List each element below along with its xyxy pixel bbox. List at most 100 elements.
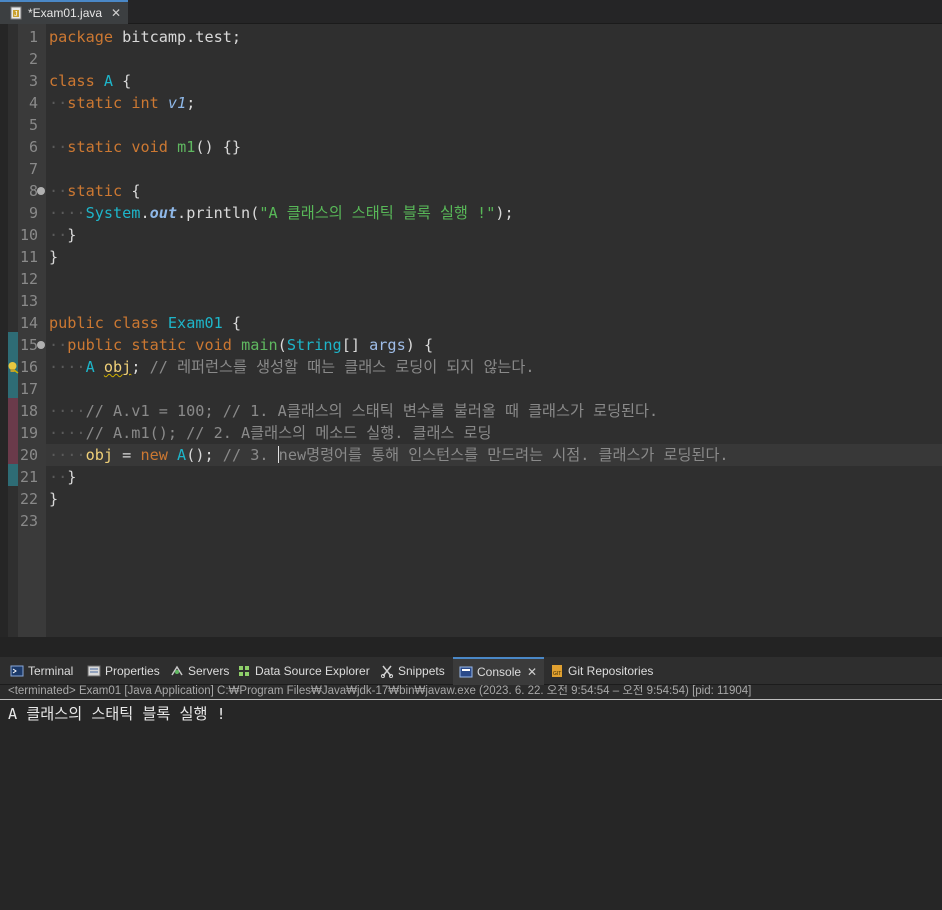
close-icon[interactable]: ✕ [527,665,537,679]
code-line-1: package bitcamp.test; [49,26,942,48]
code-text: [] [341,336,370,354]
tab-label: Data Source Explorer [255,664,370,678]
code-text: } [49,490,59,508]
line-number: 17 [19,380,38,398]
line-number: 22 [19,490,38,508]
data-source-icon [237,664,251,678]
code-text: ; [131,358,141,376]
properties-icon [87,664,101,678]
code-line-10: ··} [49,226,77,244]
code-line-9: ····System.out.println("A 클래스의 스태틱 블록 실행… [49,204,514,222]
code-line-20: ····obj = new A(); // 3. new명령어를 통해 인스턴스… [49,446,729,464]
method-name: main [241,336,278,354]
keyword: public [49,314,104,332]
line-number: 4 [28,94,38,112]
line-number: 6 [28,138,38,156]
keyword: package [49,28,114,46]
line-number: 12 [19,270,38,288]
comment: // 레퍼런스를 생성할 때는 클래스 로딩이 되지 않는다. [149,358,535,376]
code-text: () {} [195,138,242,156]
code-text: } [67,226,77,244]
code-line-22: } [49,488,942,510]
keyword: static [67,94,123,112]
code-text: { [122,182,141,200]
bottom-panel-tabs: Terminal Properties Servers Data Source … [0,657,942,685]
field-name: v1 [167,94,187,112]
line-number: 19 [19,424,38,442]
line-number: 23 [19,512,38,530]
keyword: class [113,314,159,332]
line-number: 11 [19,248,38,266]
keyword: public [67,336,123,354]
class-name: A [85,358,95,376]
editor-tab-bar: J *Exam01.java ✕ [0,0,942,24]
tab-label: Terminal [28,664,74,678]
line-number: 9 [28,204,38,222]
field-name: out [149,204,178,222]
line-number: 10 [19,226,38,244]
keyword: static [131,336,187,354]
line-number: 5 [28,116,38,134]
editor-tab-title: *Exam01.java [28,6,103,20]
code-line-16: ····A obj; // 레퍼런스를 생성할 때는 클래스 로딩이 되지 않는… [49,358,535,376]
snippets-icon [380,664,394,679]
tab-console[interactable]: Console ✕ [453,657,544,685]
code-text: ) { [405,336,434,354]
editor-left-strip [0,24,8,637]
line-number: 2 [28,50,38,68]
tab-snippets[interactable]: Snippets [380,657,445,685]
keyword: new [140,446,168,464]
java-file-icon: J [10,6,23,20]
code-editor[interactable]: 1 2 3 4 5 6 7 8 9 10 11 12 13 14 15 16 1… [0,24,942,649]
comment: // A.m1(); // 2. A클래스의 메소드 실행. 클래스 로딩 [85,424,492,442]
class-name: System [85,204,141,222]
code-text: .println( [177,204,260,222]
code-line-19: ····// A.m1(); // 2. A클래스의 메소드 실행. 클래스 로… [49,424,492,442]
keyword: static [67,182,123,200]
tab-data-source-explorer[interactable]: Data Source Explorer [237,657,370,685]
tab-git-repositories[interactable]: GIT Git Repositories [550,657,653,685]
parameter-name: args [369,336,406,354]
fold-toggle-icon[interactable] [37,341,45,349]
tab-label: Console [477,665,522,679]
code-line-18: ····// A.v1 = 100; // 1. A클래스의 스태틱 변수를 불… [49,402,659,420]
code-text: ); [495,204,514,222]
keyword: class [49,72,95,90]
tab-servers[interactable]: Servers [170,657,229,685]
code-text: { [113,72,132,90]
console-process-status: <terminated> Exam01 [Java Application] C… [0,685,942,698]
code-text: ; [186,94,196,112]
comment: // 3. [222,446,278,464]
variable-name: obj [103,358,132,376]
tab-properties[interactable]: Properties [87,657,160,685]
editor-tab-exam01[interactable]: J *Exam01.java ✕ [0,0,128,24]
string-literal: "A 클래스의 스태틱 블록 실행 !" [259,204,496,222]
code-text: { [222,314,242,332]
git-icon: GIT [550,664,564,678]
class-name: Exam01 [167,314,223,332]
console-output-area[interactable]: A 클래스의 스태틱 블록 실행 ! [0,699,942,910]
code-text: (); [186,446,214,464]
warning-lightbulb-icon[interactable] [6,361,19,374]
keyword: int [131,94,159,112]
keyword: void [131,138,168,156]
code-line-14: public class Exam01 { [49,312,942,334]
fold-toggle-icon[interactable] [37,187,45,195]
console-icon [459,665,473,679]
class-name: A [177,446,187,464]
line-number: 3 [28,72,38,90]
code-line-21: ··} [49,468,77,486]
line-number: 20 [19,446,38,464]
close-icon[interactable]: ✕ [111,6,121,20]
class-name: A [103,72,114,90]
tab-label: Git Repositories [568,664,654,678]
line-number: 1 [28,28,38,46]
line-number: 7 [28,160,38,178]
tab-terminal[interactable]: Terminal [10,657,73,685]
line-number-gutter: 1 2 3 4 5 6 7 8 9 10 11 12 13 14 15 16 1… [18,24,46,637]
